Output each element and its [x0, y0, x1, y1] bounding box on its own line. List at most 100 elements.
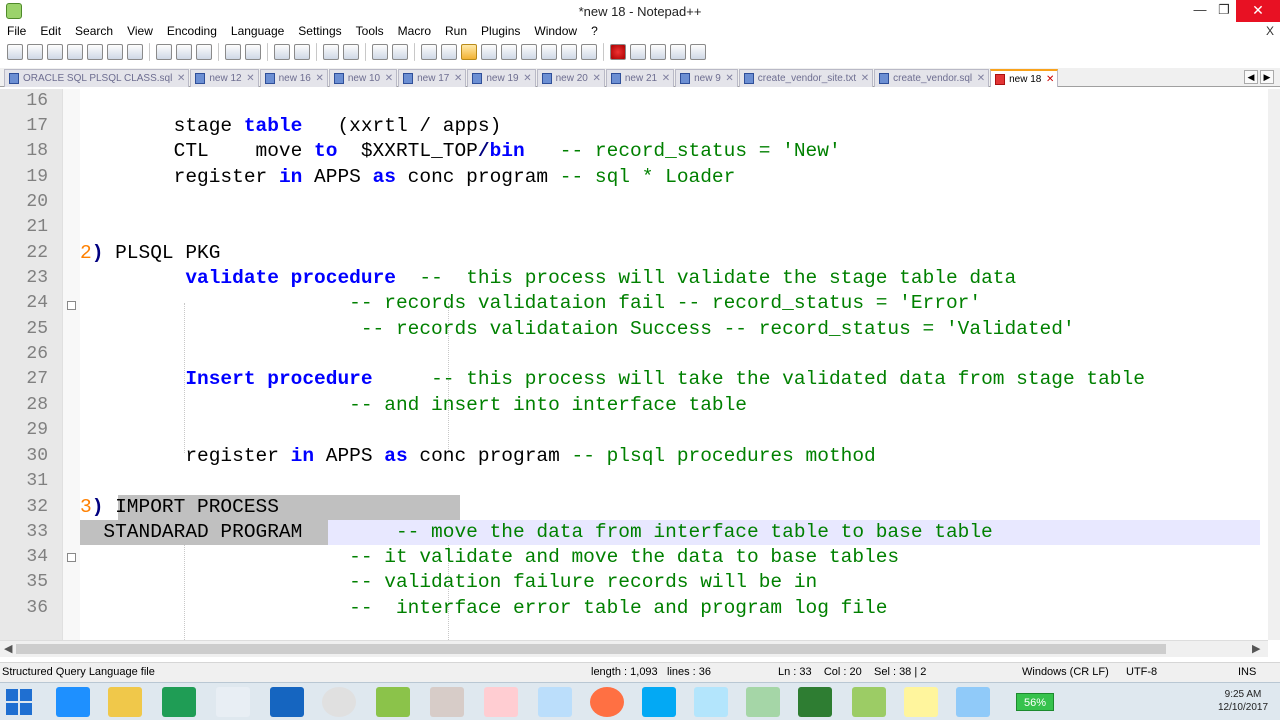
close-document-button[interactable]: X [1266, 22, 1274, 40]
doc-map-icon[interactable] [501, 44, 517, 60]
save-macro-icon[interactable] [690, 44, 706, 60]
tab-close-icon[interactable]: ✕ [385, 70, 393, 87]
minimize-button[interactable]: — [1188, 0, 1212, 22]
play-macro-icon[interactable] [650, 44, 666, 60]
zoom-out-icon[interactable] [343, 44, 359, 60]
store-icon[interactable] [162, 687, 196, 717]
close-button[interactable]: ✕ [1236, 0, 1280, 22]
tab-scroll-right-icon[interactable]: ▶ [1260, 70, 1274, 84]
find-icon[interactable] [274, 44, 290, 60]
tab-close-icon[interactable]: ✕ [592, 70, 600, 87]
tab-create-vendor[interactable]: create_vendor.sql ✕ [874, 69, 990, 87]
tab-close-icon[interactable]: ✕ [977, 70, 985, 87]
tab-close-icon[interactable]: ✕ [315, 70, 323, 87]
tab-close-icon[interactable]: ✕ [454, 70, 462, 87]
tab-new-19[interactable]: new 19 ✕ [467, 69, 536, 87]
remote-desktop-icon[interactable] [956, 687, 990, 717]
menu-run[interactable]: Run [438, 22, 474, 40]
tab-close-icon[interactable]: ✕ [725, 70, 733, 87]
internet-explorer-icon[interactable] [56, 687, 90, 717]
stop-macro-icon[interactable] [630, 44, 646, 60]
menu-language[interactable]: Language [224, 22, 291, 40]
horizontal-scroll-thumb[interactable] [16, 644, 1166, 654]
project-icon[interactable] [746, 687, 780, 717]
menu-plugins[interactable]: Plugins [474, 22, 527, 40]
word-wrap-icon[interactable] [421, 44, 437, 60]
menu-search[interactable]: Search [68, 22, 120, 40]
new-file-icon[interactable] [7, 44, 23, 60]
paste-icon[interactable] [196, 44, 212, 60]
show-all-chars-icon[interactable] [441, 44, 457, 60]
menu-window[interactable]: Window [527, 22, 584, 40]
tab-create-vendor-site[interactable]: create_vendor_site.txt ✕ [738, 69, 874, 87]
file-explorer-icon[interactable] [108, 687, 142, 717]
tab-new-10[interactable]: new 10 ✕ [328, 69, 398, 87]
tab-new-16[interactable]: new 16 ✕ [259, 69, 328, 87]
scroll-right-icon[interactable]: ▶ [1252, 642, 1260, 655]
language-icon[interactable] [481, 44, 497, 60]
battery-indicator[interactable]: 56% [1016, 693, 1054, 711]
notes-icon[interactable] [430, 687, 464, 717]
chrome-icon[interactable] [322, 687, 356, 717]
vertical-scrollbar[interactable] [1268, 89, 1280, 640]
tab-new-17[interactable]: new 17 ✕ [398, 69, 467, 87]
fold-marker[interactable] [67, 553, 76, 562]
menu-help[interactable]: ? [584, 22, 605, 40]
tab-oracle-sql[interactable]: ORACLE SQL PLSQL CLASS.sql ✕ [4, 69, 190, 87]
indent-guide-icon[interactable] [461, 44, 477, 60]
close-file-icon[interactable] [87, 44, 103, 60]
toad-icon[interactable] [852, 687, 886, 717]
sticky-notes-icon[interactable] [904, 687, 938, 717]
system-clock[interactable]: 9:25 AM 12/10/2017 [1210, 688, 1276, 714]
tab-new-20[interactable]: new 20 ✕ [536, 69, 605, 87]
monitoring-icon[interactable] [561, 44, 577, 60]
doc-list-icon[interactable] [581, 44, 597, 60]
copy-icon[interactable] [176, 44, 192, 60]
app-m-icon[interactable] [270, 687, 304, 717]
close-all-icon[interactable] [107, 44, 123, 60]
tab-scroll-left-icon[interactable]: ◀ [1244, 70, 1258, 84]
tab-new-18[interactable]: new 18 ✕ [990, 69, 1059, 87]
zoom-in-icon[interactable] [323, 44, 339, 60]
notepadpp-taskbar-icon[interactable] [376, 687, 410, 717]
tab-close-icon[interactable]: ✕ [662, 70, 670, 87]
maximize-button[interactable]: ❐ [1212, 0, 1236, 22]
redo-icon[interactable] [245, 44, 261, 60]
excel-icon[interactable] [798, 687, 832, 717]
tab-close-icon[interactable]: ✕ [861, 70, 869, 87]
replace-icon[interactable] [294, 44, 310, 60]
menu-settings[interactable]: Settings [291, 22, 348, 40]
windows-start-icon[interactable] [6, 689, 34, 715]
scroll-left-icon[interactable]: ◀ [4, 642, 12, 655]
code-editor[interactable]: 16 17 18 19 20 21 22 23 24 25 26 27 28 2… [0, 89, 1268, 640]
menu-file[interactable]: File [0, 22, 33, 40]
fold-marker[interactable] [67, 301, 76, 310]
mail-icon[interactable] [538, 687, 572, 717]
record-macro-icon[interactable] [610, 44, 626, 60]
sync-horizontal-icon[interactable] [392, 44, 408, 60]
tab-new-12[interactable]: new 12 ✕ [190, 69, 259, 87]
tab-new-9[interactable]: new 9 ✕ [675, 69, 738, 87]
tab-close-icon[interactable]: ✕ [177, 70, 185, 87]
horizontal-scrollbar[interactable]: ◀ ▶ [0, 640, 1268, 657]
menu-encoding[interactable]: Encoding [160, 22, 224, 40]
tab-close-icon[interactable]: ✕ [246, 70, 254, 87]
firefox-icon[interactable] [590, 687, 624, 717]
menu-macro[interactable]: Macro [391, 22, 438, 40]
open-file-icon[interactable] [27, 44, 43, 60]
tab-new-21[interactable]: new 21 ✕ [605, 69, 675, 87]
sync-vertical-icon[interactable] [372, 44, 388, 60]
save-all-icon[interactable] [67, 44, 83, 60]
print-icon[interactable] [127, 44, 143, 60]
function-list-icon[interactable] [521, 44, 537, 60]
snipping-tool-icon[interactable] [484, 687, 518, 717]
virtual-machine-icon[interactable] [694, 687, 728, 717]
tab-close-icon[interactable]: ✕ [523, 70, 531, 87]
menu-view[interactable]: View [120, 22, 160, 40]
run-macro-multiple-icon[interactable] [670, 44, 686, 60]
skype-icon[interactable] [642, 687, 676, 717]
menu-tools[interactable]: Tools [349, 22, 391, 40]
home-icon[interactable] [216, 687, 250, 717]
menu-edit[interactable]: Edit [33, 22, 68, 40]
cut-icon[interactable] [156, 44, 172, 60]
